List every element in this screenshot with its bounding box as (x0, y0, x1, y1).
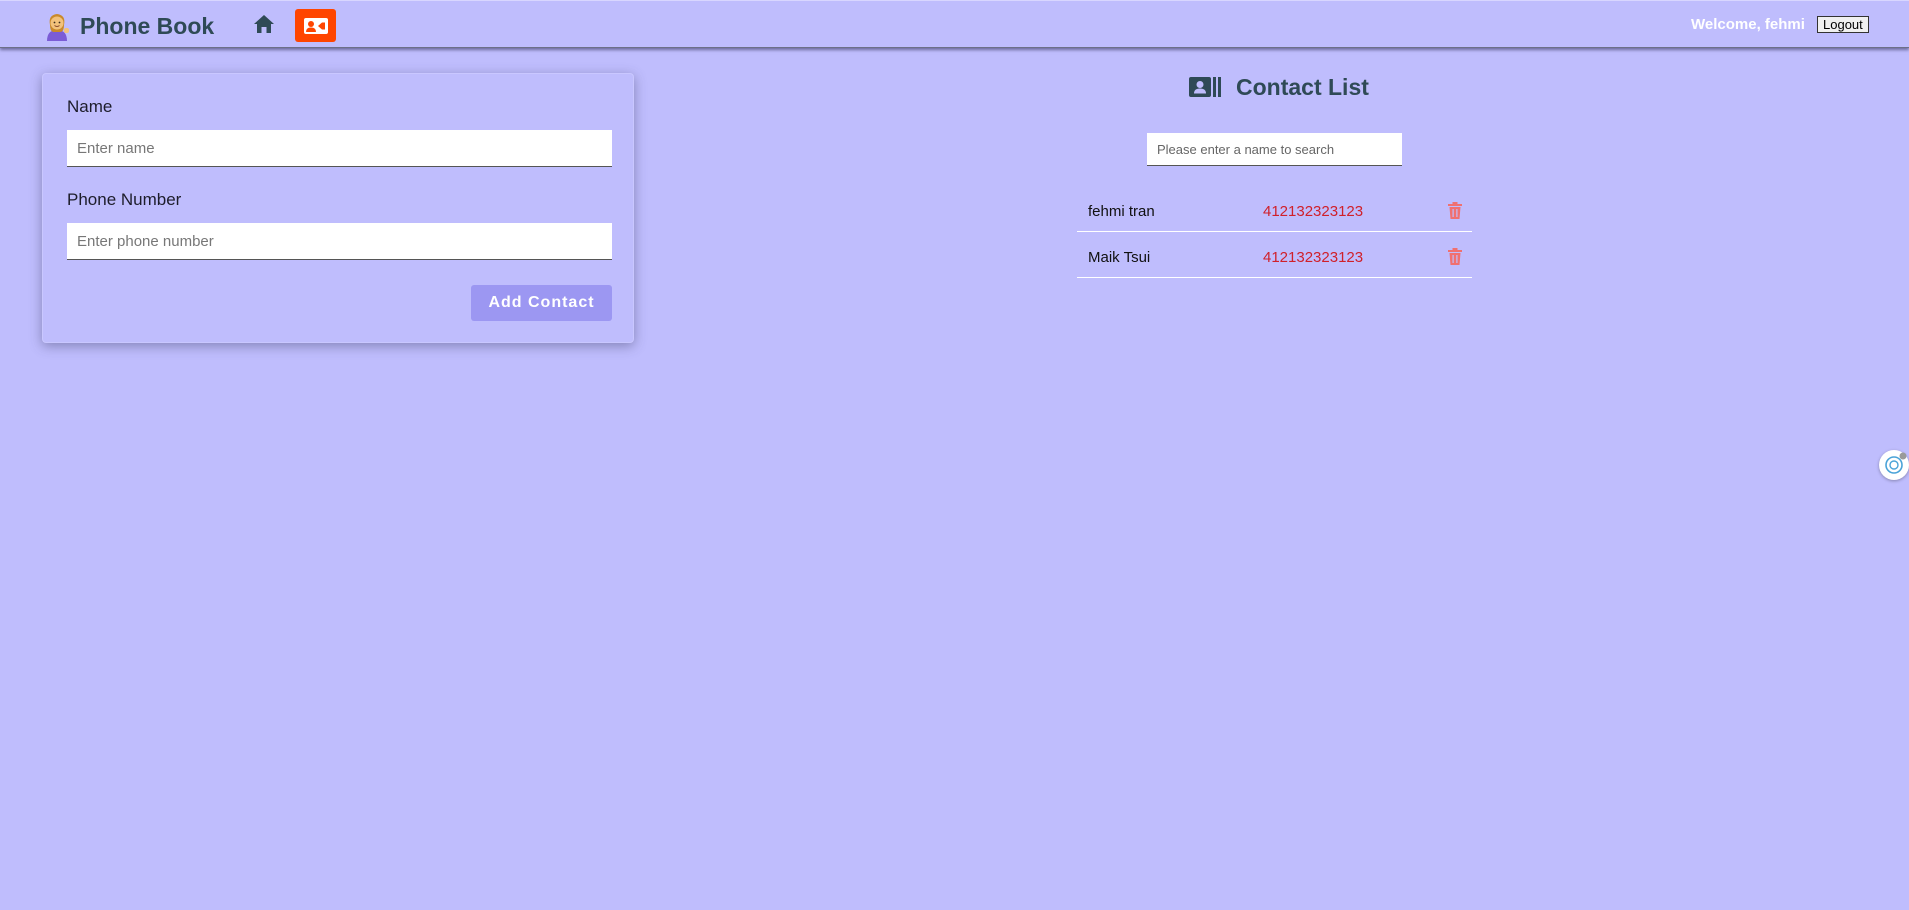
assistant-widget-icon (1885, 452, 1907, 474)
search-input[interactable] (1147, 133, 1402, 166)
contact-name: Maik Tsui (1088, 249, 1151, 266)
logout-button[interactable]: Logout (1817, 16, 1869, 33)
add-contact-form: Name Phone Number Add Contact (42, 73, 634, 343)
top-navbar: Phone Book Welcome, fehmi Logout (0, 0, 1909, 48)
contact-name: fehmi tran (1088, 203, 1155, 220)
phone-input[interactable] (67, 223, 612, 260)
phone-label: Phone Number (67, 190, 182, 209)
brand[interactable]: Phone Book (42, 11, 214, 41)
contact-list-heading: Contact List (1189, 74, 1369, 101)
contact-phone: 412132323123 (1263, 249, 1364, 266)
person-tipping-hand-icon (47, 14, 69, 41)
name-label: Name (67, 97, 113, 116)
nav-contacts-button[interactable] (295, 9, 336, 42)
contact-phone: 412132323123 (1263, 203, 1364, 220)
contact-table: fehmi tran 412132323123 Maik Tsui 412132… (1077, 186, 1472, 278)
contact-card-icon (303, 17, 328, 34)
welcome-text: Welcome, fehmi (1691, 16, 1805, 33)
add-contact-button[interactable]: Add Contact (471, 285, 612, 321)
contact-row: Maik Tsui 412132323123 (1077, 232, 1472, 278)
address-book-icon (1189, 76, 1221, 97)
trash-icon[interactable] (1448, 248, 1462, 265)
contact-row: fehmi tran 412132323123 (1077, 186, 1472, 232)
contact-list-title: Contact List (1236, 74, 1369, 100)
home-icon[interactable] (252, 13, 276, 35)
assistant-widget-button[interactable] (1879, 450, 1909, 480)
app-title: Phone Book (80, 12, 215, 39)
trash-icon[interactable] (1448, 202, 1462, 219)
name-input[interactable] (67, 130, 612, 167)
